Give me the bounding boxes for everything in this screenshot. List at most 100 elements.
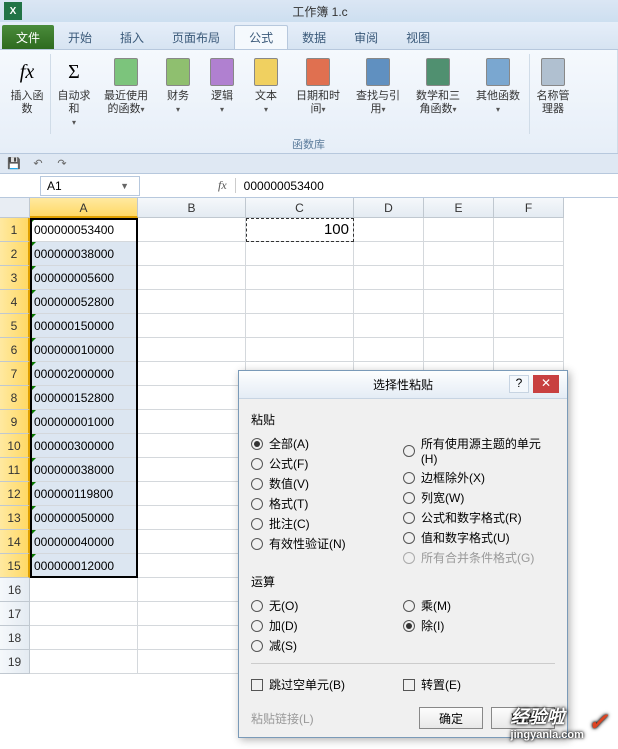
redo-icon[interactable]: ↷	[54, 156, 70, 172]
row-header[interactable]: 15	[0, 554, 30, 578]
cell[interactable]	[138, 554, 246, 578]
radio-add[interactable]: 加(D)	[251, 617, 403, 634]
name-manager-button[interactable]: 名称管理器	[532, 54, 574, 118]
cell[interactable]: 000000040000	[30, 530, 138, 554]
col-header-e[interactable]: E	[424, 198, 494, 218]
cell[interactable]	[138, 410, 246, 434]
cell[interactable]	[138, 314, 246, 338]
tab-home[interactable]: 开始	[54, 25, 106, 49]
row-header[interactable]: 13	[0, 506, 30, 530]
select-all-corner[interactable]	[0, 198, 30, 218]
cell[interactable]: 000000005600	[30, 266, 138, 290]
row-header[interactable]: 9	[0, 410, 30, 434]
row-header[interactable]: 16	[0, 578, 30, 602]
autosum-button[interactable]: Σ 自动求和▾	[53, 54, 95, 131]
undo-icon[interactable]: ↶	[30, 156, 46, 172]
radio-validation[interactable]: 有效性验证(N)	[251, 535, 403, 552]
tab-file[interactable]: 文件	[2, 25, 54, 49]
col-header-b[interactable]: B	[138, 198, 246, 218]
cell[interactable]	[354, 338, 424, 362]
cell[interactable]: 000000150000	[30, 314, 138, 338]
name-box[interactable]: A1 ▼	[40, 176, 140, 196]
cell[interactable]	[354, 218, 424, 242]
check-skip-blanks[interactable]: 跳过空单元(B)	[251, 676, 403, 693]
radio-formats[interactable]: 格式(T)	[251, 495, 403, 512]
cell[interactable]	[246, 314, 354, 338]
row-header[interactable]: 19	[0, 650, 30, 674]
lookup-button[interactable]: 查找与引用▾	[349, 54, 407, 118]
row-header[interactable]: 6	[0, 338, 30, 362]
cell[interactable]	[30, 626, 138, 650]
cell[interactable]	[424, 338, 494, 362]
radio-formnum[interactable]: 公式和数字格式(R)	[403, 509, 555, 526]
cell[interactable]	[138, 290, 246, 314]
cell[interactable]	[138, 602, 246, 626]
cell[interactable]	[138, 482, 246, 506]
row-header[interactable]: 8	[0, 386, 30, 410]
cell[interactable]	[138, 650, 246, 674]
cell[interactable]	[246, 290, 354, 314]
row-header[interactable]: 4	[0, 290, 30, 314]
col-header-c[interactable]: C	[246, 198, 354, 218]
cell[interactable]: 000000050000	[30, 506, 138, 530]
datetime-button[interactable]: 日期和时间▾	[289, 54, 347, 118]
cell[interactable]: 000000119800	[30, 482, 138, 506]
radio-theme[interactable]: 所有使用源主题的单元(H)	[403, 435, 555, 466]
cell[interactable]	[494, 266, 564, 290]
save-icon[interactable]: 💾	[6, 156, 22, 172]
row-header[interactable]: 10	[0, 434, 30, 458]
row-header[interactable]: 5	[0, 314, 30, 338]
cell[interactable]: 000000038000	[30, 458, 138, 482]
cell[interactable]	[494, 290, 564, 314]
radio-all[interactable]: 全部(A)	[251, 435, 403, 452]
cell[interactable]	[138, 386, 246, 410]
tab-layout[interactable]: 页面布局	[158, 25, 234, 49]
check-transpose[interactable]: 转置(E)	[403, 676, 555, 693]
cell[interactable]: 000000300000	[30, 434, 138, 458]
radio-valnum[interactable]: 值和数字格式(U)	[403, 529, 555, 546]
cell[interactable]	[424, 242, 494, 266]
cell[interactable]	[138, 578, 246, 602]
cell[interactable]: 000000038000	[30, 242, 138, 266]
row-header[interactable]: 11	[0, 458, 30, 482]
row-header[interactable]: 7	[0, 362, 30, 386]
tab-review[interactable]: 审阅	[340, 25, 392, 49]
financial-button[interactable]: 财务▾	[157, 54, 199, 118]
cell[interactable]	[138, 458, 246, 482]
cell[interactable]: 000000053400	[30, 218, 138, 242]
row-header[interactable]: 14	[0, 530, 30, 554]
close-button[interactable]: ✕	[533, 375, 559, 393]
cell[interactable]	[424, 218, 494, 242]
formula-input[interactable]: 000000053400	[236, 179, 618, 193]
tab-formula[interactable]: 公式	[234, 25, 288, 49]
cell[interactable]	[354, 290, 424, 314]
cell[interactable]	[424, 290, 494, 314]
cell[interactable]	[30, 602, 138, 626]
row-header[interactable]: 1	[0, 218, 30, 242]
cell[interactable]: 000000152800	[30, 386, 138, 410]
help-button[interactable]: ?	[509, 375, 529, 393]
cell[interactable]	[246, 266, 354, 290]
cell[interactable]	[354, 314, 424, 338]
cell[interactable]	[494, 314, 564, 338]
tab-insert[interactable]: 插入	[106, 25, 158, 49]
fx-icon[interactable]: fx	[210, 178, 236, 193]
tab-view[interactable]: 视图	[392, 25, 444, 49]
ok-button[interactable]: 确定	[419, 707, 483, 729]
cell[interactable]	[138, 242, 246, 266]
radio-formulas[interactable]: 公式(F)	[251, 455, 403, 472]
cell[interactable]	[138, 218, 246, 242]
row-header[interactable]: 17	[0, 602, 30, 626]
cell[interactable]	[138, 530, 246, 554]
cell[interactable]	[424, 314, 494, 338]
tab-data[interactable]: 数据	[288, 25, 340, 49]
radio-colwidth[interactable]: 列宽(W)	[403, 489, 555, 506]
recent-functions-button[interactable]: 最近使用的函数▾	[97, 54, 155, 118]
text-button[interactable]: 文本▾	[245, 54, 287, 118]
row-header[interactable]: 18	[0, 626, 30, 650]
cell[interactable]	[138, 266, 246, 290]
cell[interactable]	[30, 650, 138, 674]
cell[interactable]: 000000010000	[30, 338, 138, 362]
row-header[interactable]: 3	[0, 266, 30, 290]
cell[interactable]	[494, 242, 564, 266]
